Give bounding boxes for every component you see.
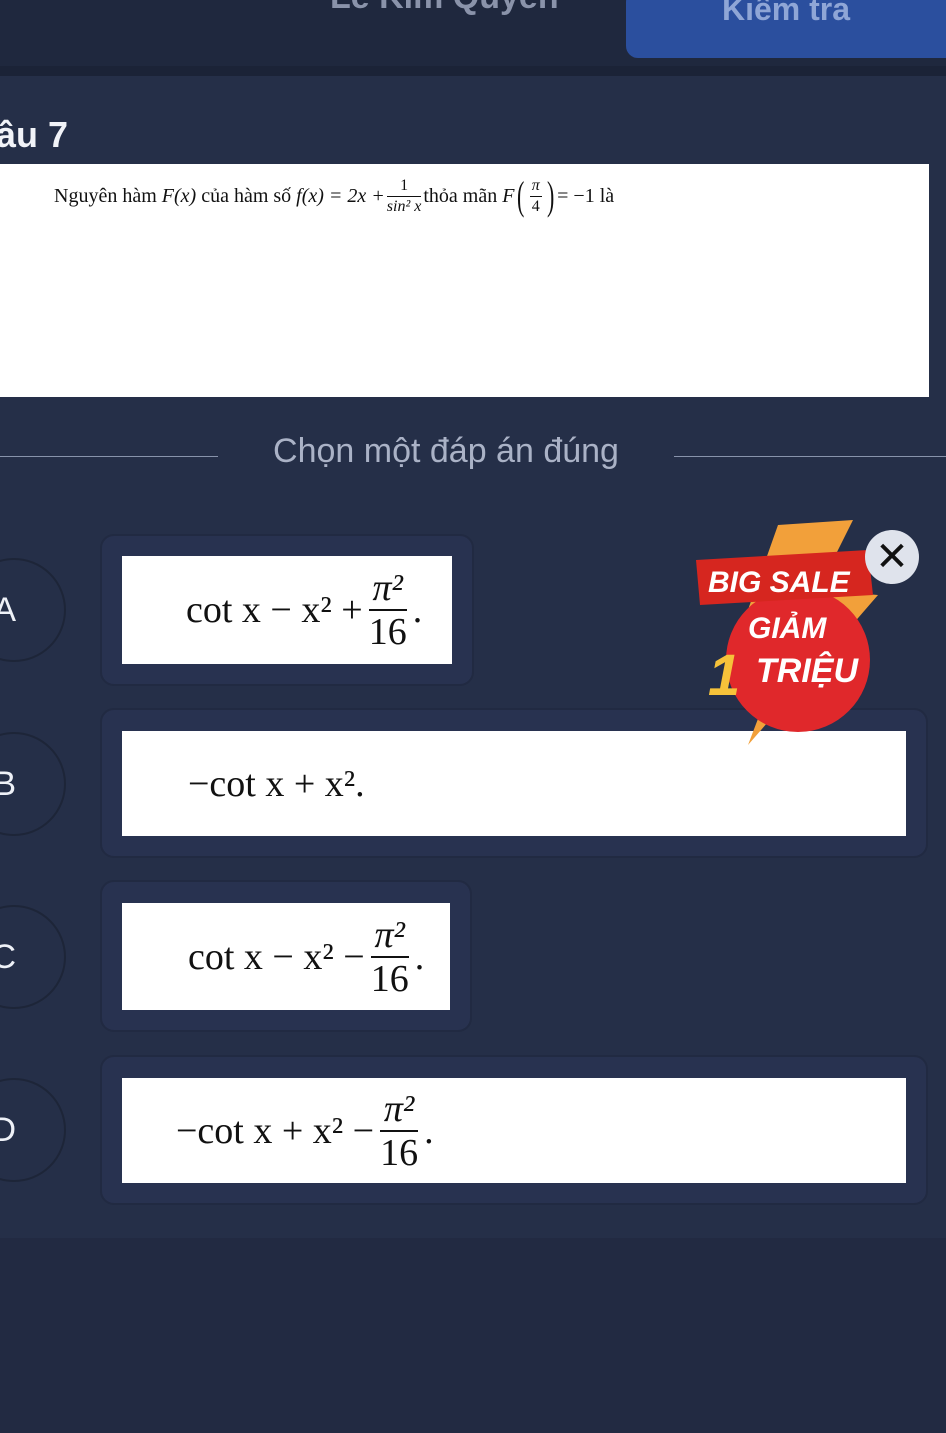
option-d-math: −cot x + x² − π² 16 .	[176, 1078, 434, 1183]
question-title: âu 7	[0, 114, 69, 155]
question-text-mid: của hàm số	[201, 184, 292, 207]
student-name: Lê Kim Quyên	[330, 0, 559, 17]
option-a-tail: .	[412, 589, 423, 631]
promo-line1: BIG SALE	[708, 566, 851, 599]
close-icon[interactable]: ✕	[865, 530, 919, 584]
option-c-math: cot x − x² − π² 16 .	[188, 903, 424, 1010]
option-c-expr: cot x − x² −	[188, 935, 365, 978]
promo-line2: GIẢM	[748, 611, 827, 645]
option-a-frac-den: 16	[368, 611, 407, 653]
choose-prompt: Chọn một đáp án đúng	[273, 432, 619, 470]
option-a-fraction: π² 16	[368, 567, 407, 653]
option-d-frac-den: 16	[380, 1131, 419, 1174]
question-text: Nguyên hàm F(x) của hàm số f(x) = 2x + 1…	[54, 166, 854, 226]
option-a-expr: cot x − x² +	[186, 589, 363, 631]
option-a-math: cot x − x² + π² 16 .	[186, 556, 422, 664]
question-text-end: là	[599, 184, 615, 207]
left-paren: (	[517, 173, 525, 218]
option-a-frac-num: π²	[372, 567, 403, 609]
right-paren: )	[546, 173, 555, 218]
option-c-fraction: π² 16	[370, 913, 409, 1000]
option-d-frac-num: π²	[383, 1087, 415, 1130]
option-c-frac-num: π²	[374, 913, 405, 956]
question-cond-num: π	[531, 176, 540, 194]
question-fraction: 1 sin² x	[386, 176, 422, 215]
question-cond-rhs: = −1	[557, 184, 595, 207]
option-c-frac-den: 16	[370, 957, 409, 1000]
question-fraction-num: 1	[400, 176, 409, 194]
bottom-strip	[0, 1238, 946, 1433]
question-fraction-den: sin² x	[386, 197, 422, 215]
option-a-letter[interactable]: A	[0, 558, 66, 662]
option-c-letter[interactable]: C	[0, 905, 66, 1009]
question-cond-F: F	[502, 184, 515, 207]
promo-line3: TRIỆU	[756, 652, 859, 690]
question-cond-fraction: π 4	[529, 176, 542, 215]
option-b-letter[interactable]: B	[0, 732, 66, 836]
check-button[interactable]: Kiểm tra	[626, 0, 946, 58]
option-d-tail: .	[424, 1109, 434, 1152]
promo-line3-num: 1	[708, 643, 740, 708]
option-b-math: −cot x + x².	[188, 731, 365, 836]
question-text-before: Nguyên hàm	[54, 184, 157, 207]
question-f-of-x: f(x) = 2x +	[296, 184, 385, 207]
option-d-letter[interactable]: D	[0, 1078, 66, 1182]
option-b-expr: −cot x + x².	[188, 762, 365, 805]
option-d-fraction: π² 16	[380, 1087, 419, 1174]
option-d-expr: −cot x + x² −	[176, 1109, 375, 1152]
question-F-of-x: F(x)	[161, 184, 197, 207]
top-bar-border	[0, 66, 946, 76]
question-cond-den: 4	[531, 197, 540, 215]
option-c-tail: .	[414, 935, 425, 978]
question-text-cond: thỏa mãn	[423, 184, 498, 207]
